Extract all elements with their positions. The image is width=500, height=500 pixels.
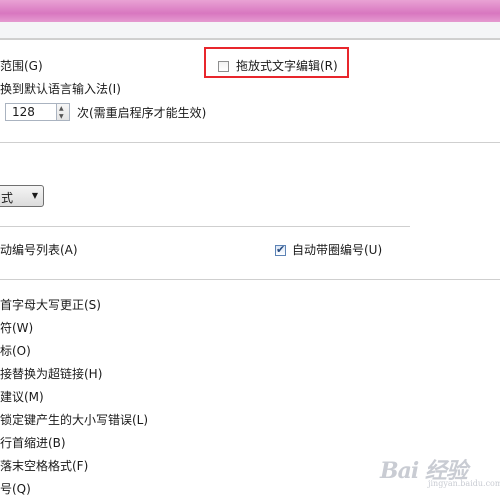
list-item[interactable]: 首字母大写更正(S) — [0, 298, 101, 312]
list-item[interactable]: 标(O) — [0, 344, 31, 358]
spin-up-icon[interactable]: ▲ — [59, 105, 64, 112]
auto-circle-label[interactable]: 自动带圈编号(U) — [292, 243, 382, 257]
drag-drop-checkbox[interactable] — [218, 61, 229, 72]
list-item[interactable]: 符(W) — [0, 321, 33, 335]
list-item[interactable]: 行首缩进(B) — [0, 436, 66, 450]
count-suffix: 次(需重启程序才能生效) — [77, 106, 207, 120]
window-toolbar-strip — [0, 22, 500, 39]
count-spinner[interactable]: ▲ ▼ — [57, 103, 70, 121]
separator — [0, 226, 410, 227]
auto-circle-checkbox[interactable] — [275, 243, 286, 256]
list-item[interactable]: 号(Q) — [0, 482, 31, 496]
baidu-jingyan-watermark: Bai 经验 jingyan.baidu.com — [380, 453, 500, 489]
drag-drop-label[interactable]: 拖放式文字编辑(R) — [236, 59, 338, 73]
list-item[interactable]: 落末空格格式(F) — [0, 459, 88, 473]
count-input[interactable]: 128 — [5, 103, 57, 121]
list-item[interactable]: 接替换为超链接(H) — [0, 367, 102, 381]
dropdown-value: 式 — [1, 191, 14, 205]
separator — [0, 279, 500, 280]
scope-label: 范围(G) — [0, 59, 43, 73]
watermark-sub: jingyan.baidu.com — [428, 479, 500, 488]
spin-down-icon[interactable]: ▼ — [59, 113, 64, 120]
separator — [0, 39, 500, 40]
list-item[interactable]: 锁定键产生的大小写错误(L) — [0, 413, 148, 427]
format-dropdown[interactable]: 式 ▼ — [0, 185, 44, 207]
separator — [0, 142, 500, 143]
list-item[interactable]: 建议(M) — [0, 390, 44, 404]
window-titlebar — [0, 0, 500, 22]
chevron-down-icon: ▼ — [31, 191, 38, 200]
auto-list-label[interactable]: 动编号列表(A) — [0, 243, 78, 257]
ime-switch-label[interactable]: 换到默认语言输入法(I) — [0, 82, 121, 96]
